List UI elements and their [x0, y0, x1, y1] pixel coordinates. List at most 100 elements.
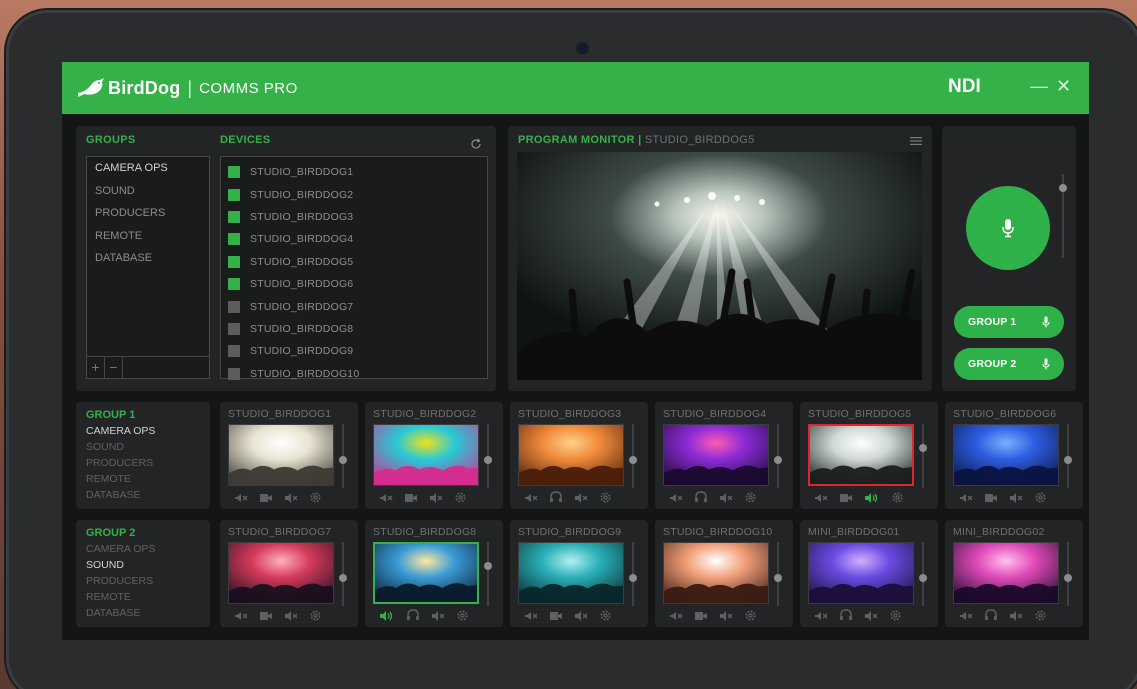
remove-group-button[interactable]: −: [105, 357, 123, 378]
device-volume-knob[interactable]: [1064, 456, 1072, 464]
device-volume-knob[interactable]: [1064, 574, 1072, 582]
device-tile[interactable]: STUDIO_BIRDDOG6: [945, 402, 1083, 509]
video-camera-icon[interactable]: [259, 492, 273, 504]
megaphone-mute-icon[interactable]: [234, 492, 248, 504]
device-item[interactable]: STUDIO_BIRDDOG6: [221, 273, 487, 295]
gear-icon[interactable]: [1034, 491, 1047, 504]
group-member-item[interactable]: CAMERA OPS: [86, 541, 200, 557]
group-item[interactable]: DATABASE: [87, 247, 209, 270]
headset-icon[interactable]: [406, 609, 420, 622]
program-monitor-video[interactable]: [517, 152, 922, 380]
speaker-talk-icon[interactable]: [864, 492, 880, 504]
device-volume-slider[interactable]: [774, 424, 782, 488]
add-group-button[interactable]: +: [87, 357, 105, 378]
headset-icon[interactable]: [984, 609, 998, 622]
device-volume-knob[interactable]: [484, 456, 492, 464]
speaker-mute-icon[interactable]: [574, 492, 588, 504]
device-item[interactable]: STUDIO_BIRDDOG10: [221, 363, 487, 385]
device-tile[interactable]: STUDIO_BIRDDOG9: [510, 520, 648, 627]
device-volume-knob[interactable]: [919, 444, 927, 452]
device-video-thumbnail[interactable]: [663, 424, 769, 486]
group-member-item[interactable]: DATABASE: [86, 487, 200, 503]
device-volume-slider[interactable]: [339, 424, 347, 488]
megaphone-mute-icon[interactable]: [524, 610, 538, 622]
megaphone-mute-icon[interactable]: [669, 610, 683, 622]
device-item[interactable]: STUDIO_BIRDDOG8: [221, 318, 487, 340]
video-camera-icon[interactable]: [404, 492, 418, 504]
video-camera-icon[interactable]: [259, 610, 273, 622]
master-volume-knob[interactable]: [1059, 184, 1067, 192]
device-item[interactable]: STUDIO_BIRDDOG3: [221, 206, 487, 228]
group-member-item[interactable]: CAMERA OPS: [86, 423, 200, 439]
group-member-item[interactable]: DATABASE: [86, 605, 200, 621]
device-volume-knob[interactable]: [919, 574, 927, 582]
headset-icon[interactable]: [839, 609, 853, 622]
device-volume-slider[interactable]: [629, 542, 637, 606]
device-video-thumbnail[interactable]: [228, 542, 334, 604]
device-volume-slider[interactable]: [774, 542, 782, 606]
gear-icon[interactable]: [454, 491, 467, 504]
device-item[interactable]: STUDIO_BIRDDOG1: [221, 161, 487, 183]
group-item[interactable]: SOUND: [87, 180, 209, 203]
speaker-mute-icon[interactable]: [429, 492, 443, 504]
group-member-item[interactable]: REMOTE: [86, 589, 200, 605]
device-video-thumbnail[interactable]: [953, 424, 1059, 486]
speaker-mute-icon[interactable]: [284, 492, 298, 504]
device-volume-knob[interactable]: [774, 456, 782, 464]
gear-icon[interactable]: [889, 609, 902, 622]
gear-icon[interactable]: [744, 609, 757, 622]
device-video-thumbnail[interactable]: [953, 542, 1059, 604]
device-item[interactable]: STUDIO_BIRDDOG2: [221, 183, 487, 205]
device-video-thumbnail[interactable]: [373, 542, 479, 604]
device-tile[interactable]: MINI_BIRDDOG02: [945, 520, 1083, 627]
gear-icon[interactable]: [744, 491, 757, 504]
megaphone-mute-icon[interactable]: [234, 610, 248, 622]
speaker-mute-icon[interactable]: [719, 610, 733, 622]
speaker-mute-icon[interactable]: [431, 610, 445, 622]
device-tile[interactable]: STUDIO_BIRDDOG5: [800, 402, 938, 509]
megaphone-mute-icon[interactable]: [814, 610, 828, 622]
video-camera-icon[interactable]: [839, 492, 853, 504]
gear-icon[interactable]: [309, 491, 322, 504]
megaphone-mute-icon[interactable]: [959, 610, 973, 622]
master-volume-slider[interactable]: [1059, 174, 1067, 258]
device-video-thumbnail[interactable]: [228, 424, 334, 486]
group-item[interactable]: CAMERA OPS: [87, 157, 209, 180]
device-tile[interactable]: MINI_BIRDDOG01: [800, 520, 938, 627]
gear-icon[interactable]: [891, 491, 904, 504]
speaker-mute-icon[interactable]: [284, 610, 298, 622]
megaphone-mute-icon[interactable]: [959, 492, 973, 504]
megaphone-mute-icon[interactable]: [524, 492, 538, 504]
device-video-thumbnail[interactable]: [518, 424, 624, 486]
device-volume-knob[interactable]: [629, 456, 637, 464]
gear-icon[interactable]: [456, 609, 469, 622]
close-button[interactable]: ✕: [1056, 76, 1071, 97]
device-volume-slider[interactable]: [484, 542, 492, 606]
speaker-mute-icon[interactable]: [864, 610, 878, 622]
headset-icon[interactable]: [549, 491, 563, 504]
device-item[interactable]: STUDIO_BIRDDOG5: [221, 251, 487, 273]
speaker-talk-icon[interactable]: [379, 610, 395, 622]
device-volume-slider[interactable]: [1064, 542, 1072, 606]
speaker-mute-icon[interactable]: [1009, 610, 1023, 622]
gear-icon[interactable]: [599, 491, 612, 504]
video-camera-icon[interactable]: [694, 610, 708, 622]
device-video-thumbnail[interactable]: [373, 424, 479, 486]
gear-icon[interactable]: [599, 609, 612, 622]
device-item[interactable]: STUDIO_BIRDDOG9: [221, 340, 487, 362]
device-volume-slider[interactable]: [629, 424, 637, 488]
device-volume-slider[interactable]: [919, 424, 927, 488]
device-item[interactable]: STUDIO_BIRDDOG4: [221, 228, 487, 250]
headset-icon[interactable]: [694, 491, 708, 504]
device-item[interactable]: STUDIO_BIRDDOG7: [221, 295, 487, 317]
device-volume-slider[interactable]: [484, 424, 492, 488]
device-volume-knob[interactable]: [339, 574, 347, 582]
device-volume-slider[interactable]: [339, 542, 347, 606]
talk-all-button[interactable]: [966, 186, 1050, 270]
device-tile[interactable]: STUDIO_BIRDDOG2: [365, 402, 503, 509]
device-volume-knob[interactable]: [339, 456, 347, 464]
device-video-thumbnail[interactable]: [663, 542, 769, 604]
minimize-button[interactable]: —: [1030, 76, 1048, 97]
menu-icon[interactable]: [910, 136, 922, 146]
device-video-thumbnail[interactable]: [808, 424, 914, 486]
